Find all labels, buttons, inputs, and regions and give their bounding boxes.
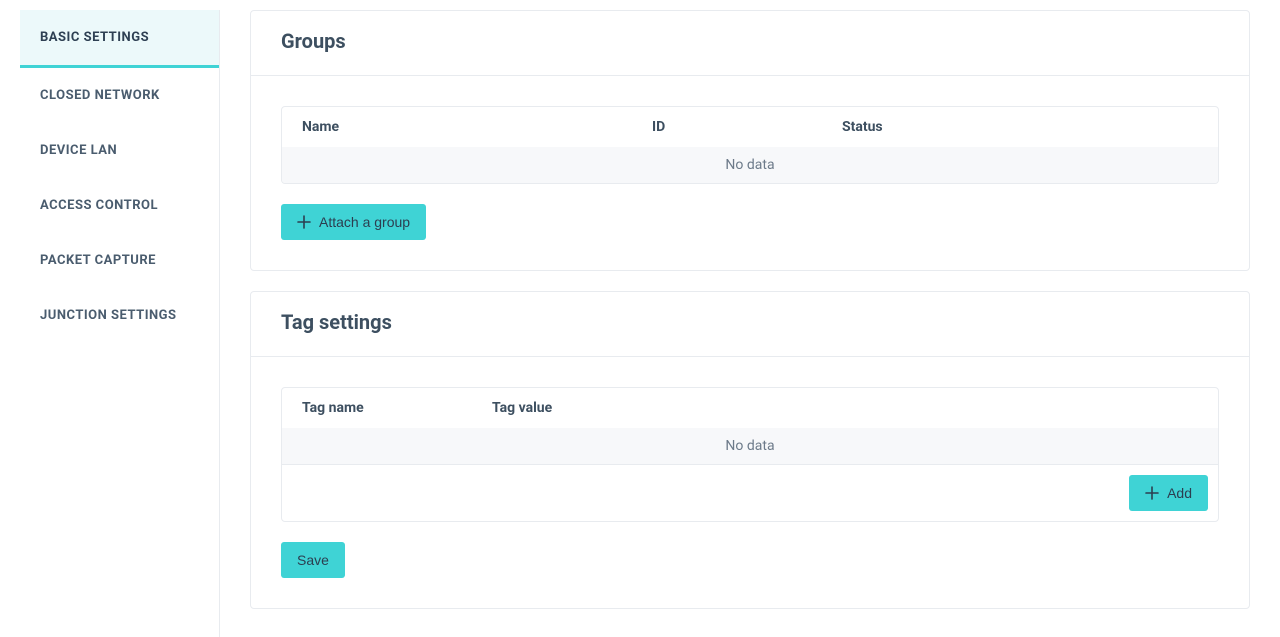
groups-table-header: Name ID Status	[282, 107, 1218, 147]
add-tag-button[interactable]: Add	[1129, 475, 1208, 511]
attach-group-button-label: Attach a group	[319, 214, 410, 230]
attach-group-button[interactable]: Attach a group	[281, 204, 426, 240]
save-button-label: Save	[297, 552, 329, 568]
sidebar-item-label: ACCESS CONTROL	[40, 198, 158, 213]
tags-card-header: Tag settings	[251, 292, 1249, 357]
groups-table: Name ID Status No data	[281, 106, 1219, 184]
groups-col-id: ID	[652, 119, 842, 135]
groups-card-title: Groups	[281, 29, 1219, 53]
groups-col-name: Name	[302, 119, 652, 135]
sidebar-item-basic-settings[interactable]: BASIC SETTINGS	[20, 10, 219, 68]
sidebar-item-label: DEVICE LAN	[40, 143, 117, 158]
tags-card-title: Tag settings	[281, 310, 1219, 334]
main-content: Groups Name ID Status No data Attach a g…	[220, 0, 1280, 637]
tags-card-body: Tag name Tag value No data Add	[251, 357, 1249, 608]
tags-col-name: Tag name	[302, 400, 492, 416]
sidebar-item-packet-capture[interactable]: PACKET CAPTURE	[20, 233, 219, 288]
groups-card: Groups Name ID Status No data Attach a g…	[250, 10, 1250, 271]
tags-card: Tag settings Tag name Tag value No data	[250, 291, 1250, 609]
plus-icon	[297, 215, 311, 229]
sidebar-item-access-control[interactable]: ACCESS CONTROL	[20, 178, 219, 233]
sidebar-item-label: PACKET CAPTURE	[40, 253, 156, 268]
groups-card-header: Groups	[251, 11, 1249, 76]
groups-col-status: Status	[842, 119, 1198, 135]
plus-icon	[1145, 486, 1159, 500]
tags-table-header: Tag name Tag value	[282, 388, 1218, 428]
sidebar-item-label: BASIC SETTINGS	[40, 30, 149, 45]
groups-card-body: Name ID Status No data Attach a group	[251, 76, 1249, 270]
save-section: Save	[281, 542, 1219, 578]
sidebar-item-junction-settings[interactable]: JUNCTION SETTINGS	[20, 288, 219, 343]
sidebar-item-closed-network[interactable]: CLOSED NETWORK	[20, 68, 219, 123]
tags-col-value: Tag value	[492, 400, 1198, 416]
tags-table: Tag name Tag value No data Add	[281, 387, 1219, 522]
tags-table-footer: Add	[282, 464, 1218, 521]
add-tag-button-label: Add	[1167, 485, 1192, 501]
groups-table-empty: No data	[282, 147, 1218, 183]
sidebar-item-label: CLOSED NETWORK	[40, 88, 160, 103]
sidebar-item-label: JUNCTION SETTINGS	[40, 308, 177, 323]
sidebar: BASIC SETTINGS CLOSED NETWORK DEVICE LAN…	[20, 10, 220, 637]
sidebar-item-device-lan[interactable]: DEVICE LAN	[20, 123, 219, 178]
tags-table-empty: No data	[282, 428, 1218, 464]
save-button[interactable]: Save	[281, 542, 345, 578]
